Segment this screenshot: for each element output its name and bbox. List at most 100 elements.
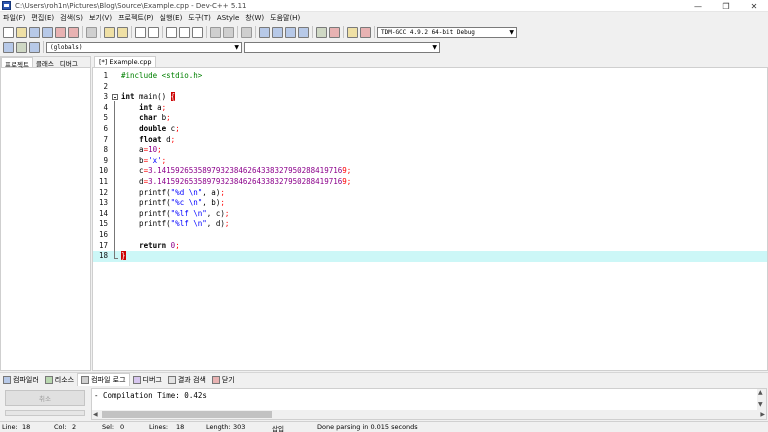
abort-compilation-button[interactable]: 취소 [5,390,85,406]
code-line[interactable]: 5 char b; [93,113,767,124]
code-line[interactable]: 12 printf("%d \n", a); [93,188,767,199]
tab-find-results[interactable]: 결과 검색 [165,373,209,386]
code-token: { [170,92,176,102]
new-project-icon[interactable] [166,26,177,38]
compile-icon[interactable] [259,26,270,38]
tab-close[interactable]: 닫기 [209,373,238,386]
debug-icon[interactable] [360,26,371,38]
line-number: 18 [98,251,108,261]
rebuild-icon[interactable] [298,26,309,38]
log-vertical-scrollbar[interactable]: ▲ ▼ [757,389,766,411]
run-icon[interactable] [272,26,283,38]
close-button[interactable]: ✕ [740,0,768,12]
open-file-icon[interactable] [16,26,27,38]
window-title: C:\Users\roh1n\Pictures\Blog\Source\Exam… [15,1,247,10]
menu-help[interactable]: 도움말(H) [267,13,303,23]
indent-icon[interactable] [210,26,221,38]
code-line[interactable]: 14 printf("%lf \n", c); [93,209,767,220]
compiler-select[interactable]: TDM-GCC 4.9.2 64-bit Debug ▼ [377,26,517,38]
undo-icon[interactable] [104,26,115,38]
toggle-icon[interactable] [29,41,40,53]
new-file-icon[interactable] [3,26,14,38]
code-line[interactable]: 10 c=3.141592653589793238462643383279502… [93,166,767,177]
code-line[interactable]: 9 b='x'; [93,156,767,167]
find-icon[interactable] [135,26,146,38]
insert-icon[interactable] [16,41,27,53]
code-editor[interactable]: 1 #include <stdio.h> 2 3 int main() {4 int a… [92,67,768,371]
menu-edit[interactable]: 편집(E) [28,13,57,23]
code-line[interactable]: 8 a=10; [93,145,767,156]
scroll-left-icon[interactable]: ◀ [93,411,98,418]
code-token: char [139,113,158,123]
code-line[interactable]: 7 float d; [93,135,767,146]
goto-icon[interactable] [3,41,14,53]
tab-resources[interactable]: 리소스 [42,373,77,386]
project-panel: 프로젝트 클래스 디버그 [0,56,91,371]
code-line[interactable]: 3 int main() { [93,92,767,103]
menu-file[interactable]: 파일(F) [0,13,28,23]
code-line[interactable]: 4 int a; [93,103,767,114]
remove-from-project-icon[interactable] [192,26,203,38]
profile-chart-icon[interactable] [347,26,358,38]
check-syntax-icon[interactable] [316,26,327,38]
code-line[interactable]: 11 d=3.141592653589793238462643383279502… [93,177,767,188]
scroll-right-icon[interactable]: ▶ [760,411,765,418]
menu-tools[interactable]: 도구(T) [185,13,214,23]
tab-compile-log[interactable]: 컴파일 로그 [77,373,130,386]
scroll-up-icon[interactable]: ▲ [758,389,763,396]
menu-view[interactable]: 보기(V) [86,13,115,23]
tab-debug-output[interactable]: 디버그 [130,373,165,386]
code-line[interactable]: 16 [93,230,767,241]
tab-classes[interactable]: 클래스 [33,57,57,68]
tab-compiler[interactable]: 컴파일러 [0,373,42,386]
log-horizontal-scrollbar[interactable]: ◀ ▶ [92,410,766,419]
code-line[interactable]: 17 return 0; [93,241,767,252]
function-select[interactable]: ▼ [244,41,440,53]
print-icon[interactable] [86,26,97,38]
add-to-project-icon[interactable] [179,26,190,38]
tab-compiler-label: 컴파일러 [13,375,39,384]
menu-window[interactable]: 창(W) [242,13,267,23]
replace-icon[interactable] [148,26,159,38]
code-line[interactable]: 2 [93,82,767,93]
status-col-value: 2 [72,423,77,431]
code-line[interactable]: 13 printf("%c \n", b); [93,198,767,209]
menu-astyle[interactable]: AStyle [214,14,242,22]
code-line[interactable]: 1 #include <stdio.h> [93,71,767,82]
menu-search[interactable]: 검색(S) [57,13,86,23]
code-line[interactable]: 6 double c; [93,124,767,135]
tab-resources-label: 리소스 [54,375,75,384]
menu-project[interactable]: 프로젝트(P) [115,13,156,23]
scope-select[interactable]: (globals) ▼ [46,41,242,53]
status-line-value: 18 [22,423,31,431]
bookmark-icon[interactable] [241,26,252,38]
save-icon[interactable] [29,26,40,38]
minimize-button[interactable]: — [684,0,712,12]
menu-execute[interactable]: 실행(E) [157,13,186,23]
status-message: Done parsing in 0.015 seconds [317,423,418,431]
tab-project[interactable]: 프로젝트 [1,57,33,69]
fold-toggle-icon[interactable] [112,94,118,100]
code-token: #include <stdio.h> [121,71,203,80]
tab-debug[interactable]: 디버그 [57,57,81,68]
code-line[interactable]: 15 printf("%lf \n", d); [93,219,767,230]
close-file-icon[interactable] [55,26,66,38]
unindent-icon[interactable] [223,26,234,38]
stop-icon[interactable] [329,26,340,38]
code-token: main() [134,92,171,102]
redo-icon[interactable] [117,26,128,38]
tab-example-cpp[interactable]: [*] Example.cpp [94,56,157,67]
toolbar-separator [255,26,256,38]
toolbar-separator [162,26,163,38]
log-scroll-thumb[interactable] [102,411,272,418]
status-insert-mode: 삽입 [272,425,284,432]
restore-button[interactable]: ❐ [712,0,740,12]
compile-log-box[interactable]: - Compilation Time: 0.42s ▲ ▼ ◀ ▶ [91,388,767,420]
close-all-icon[interactable] [68,26,79,38]
code-token: 3.14159265358979323846264338327950288419… [148,177,343,186]
scroll-down-icon[interactable]: ▼ [758,401,763,408]
save-all-icon[interactable] [42,26,53,38]
compile-run-icon[interactable] [285,26,296,38]
code-line[interactable]: 18} [93,251,767,262]
